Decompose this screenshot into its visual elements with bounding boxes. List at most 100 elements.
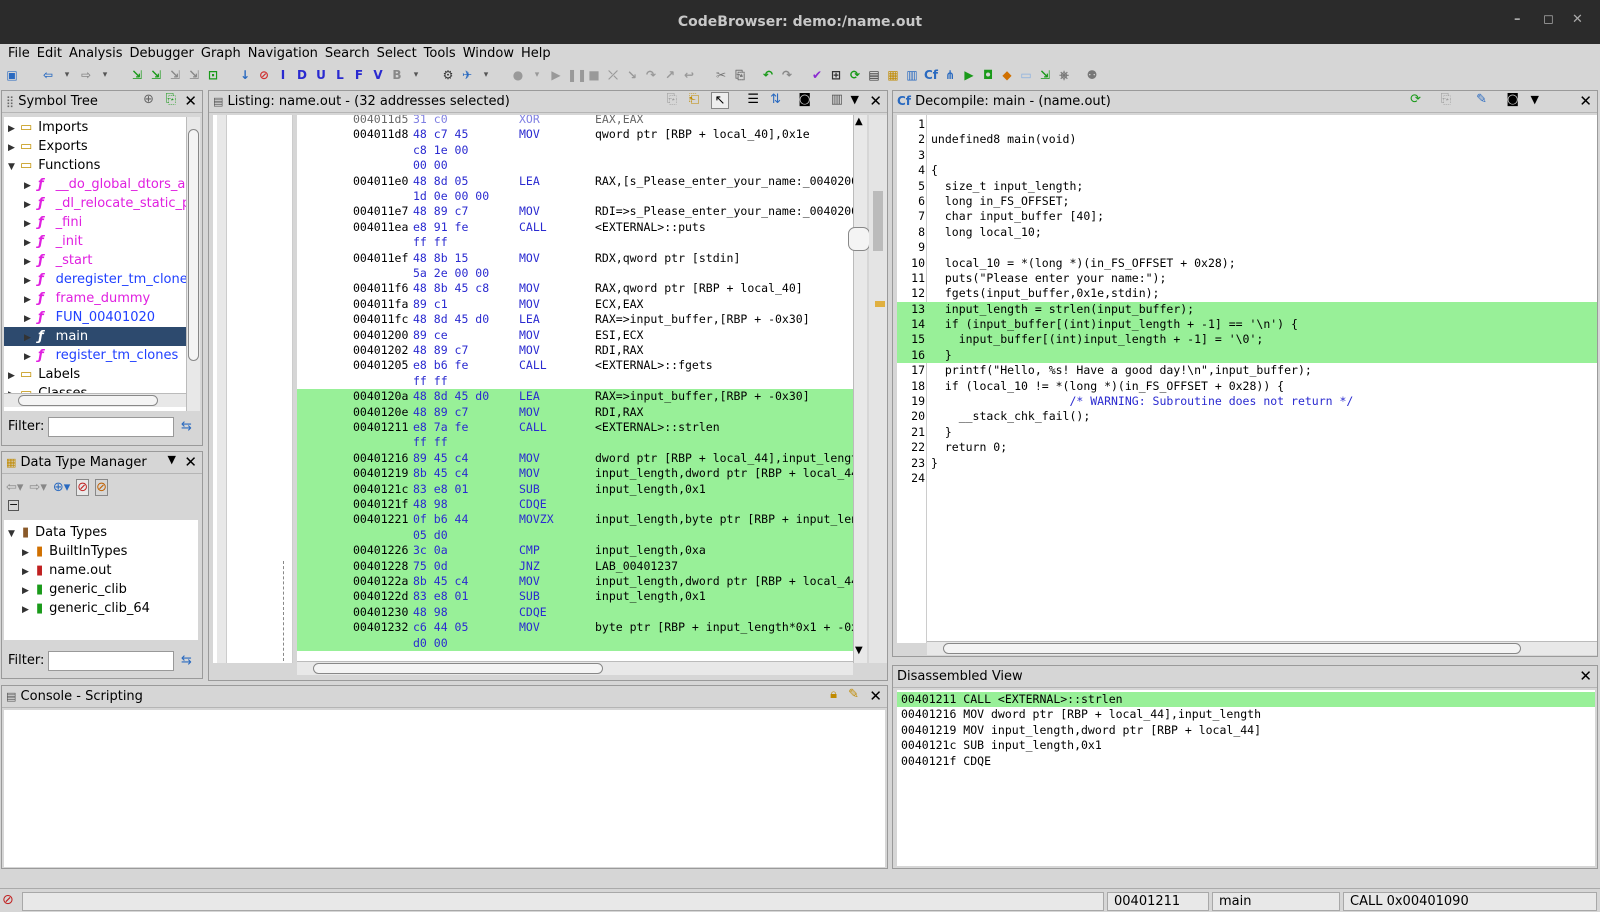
listing-row[interactable]: 00 00 — [297, 158, 853, 173]
close-window-icon[interactable]: ✕ — [1572, 12, 1583, 27]
decompile-line[interactable]: 11 puts("Please enter your name:"); — [897, 271, 1597, 286]
new-namespace-icon[interactable]: ⊕ — [143, 92, 154, 107]
copy-icon[interactable]: ⎘ — [732, 67, 748, 83]
symbol-tree-vscroll[interactable] — [186, 117, 200, 411]
menu-graph[interactable]: Graph — [199, 44, 246, 64]
listing-hscroll-thumb[interactable] — [313, 663, 603, 674]
record-icon[interactable]: ● — [510, 67, 526, 83]
next-function-icon[interactable]: F — [351, 67, 367, 83]
close-console-icon[interactable]: ✕ — [869, 687, 882, 705]
maximize-icon[interactable]: ◻ — [1543, 12, 1554, 27]
dtm-tree-item[interactable]: ▶ ▮ BuiltInTypes — [4, 542, 198, 561]
listing-row[interactable]: c8 1e 00 — [297, 143, 853, 158]
scroll-thumb[interactable] — [188, 129, 199, 361]
next-undefined-icon[interactable]: U — [313, 67, 329, 83]
decompile-line[interactable]: 24 — [897, 471, 1597, 486]
listing-menu-icon[interactable]: ▼ — [851, 93, 859, 106]
next-data-icon[interactable]: ↓ — [237, 67, 253, 83]
copy-decompile-icon[interactable]: ⎘ — [1441, 92, 1451, 107]
symbol-tree-item[interactable]: ▶ ƒ _fini — [4, 213, 186, 232]
decompile-line[interactable]: 8 long local_10; — [897, 225, 1597, 240]
refresh-decompile-icon[interactable]: ⟳ — [1410, 92, 1421, 107]
symbol-tree-hscroll[interactable] — [4, 393, 186, 407]
nav-icon-1[interactable]: ⇲ — [129, 67, 145, 83]
listing-row[interactable]: 0040122a 8b 45 c4 MOV input_length,dword pt… — [297, 574, 853, 590]
decompile-line[interactable]: 2 undefined8 main(void) — [897, 132, 1597, 147]
snapshot-icon[interactable]: ⎘ — [166, 92, 176, 107]
bookmark-icon[interactable]: ◆ — [999, 67, 1015, 83]
listing-row[interactable]: 004011fc 48 8d 45 d0 LEA RAX=>input_buffer,… — [297, 312, 853, 327]
expand-icon[interactable]: ▶ — [22, 601, 34, 620]
decompiler-icon[interactable]: Cf — [923, 67, 939, 83]
listing-row[interactable]: 00401211 e8 7a fe CALL <EXTERNAL>::strlen — [297, 420, 853, 436]
listing-row[interactable]: 0040121f 48 98 CDQE — [297, 497, 853, 513]
stop-debug-icon[interactable]: ■ — [586, 67, 602, 83]
overview-bar[interactable] — [869, 115, 887, 663]
forward-dropdown-icon[interactable]: ▾ — [97, 67, 113, 83]
decompile-line[interactable]: 22 return 0; — [897, 440, 1597, 455]
decompile-line[interactable]: 4{ — [897, 163, 1597, 178]
function-graph-icon[interactable]: ⋔ — [942, 67, 958, 83]
symbol-tree-item[interactable]: ▶ ƒ frame_dummy — [4, 289, 186, 308]
listing-row[interactable]: 0040120a 48 8d 45 d0 LEA RAX=>input_buffer,… — [297, 389, 853, 405]
snapshot-decompile-icon[interactable]: ◙ — [1506, 92, 1519, 107]
dtm-filter2-icon[interactable]: ⊘ — [95, 478, 109, 496]
forward-icon[interactable]: ⇨ — [78, 67, 94, 83]
listing-row[interactable]: 004011d8 48 c7 45 MOV qword ptr [RBP + loca… — [297, 127, 853, 142]
resume-icon[interactable]: ▶ — [548, 67, 564, 83]
listing-row[interactable]: 00401232 c6 44 05 MOV byte ptr [RBP + input… — [297, 620, 853, 636]
memory-map-icon[interactable]: ▭ — [1018, 67, 1034, 83]
next-value-icon[interactable]: V — [370, 67, 386, 83]
listing-row[interactable]: 004011fa 89 c1 MOV ECX,EAX — [297, 297, 853, 312]
program-tree-icon[interactable]: ▥ — [904, 67, 920, 83]
listing-row[interactable]: 00401226 3c 0a CMP input_length,0xa — [297, 543, 853, 559]
menu-tools[interactable]: Tools — [422, 44, 461, 64]
step-over-icon[interactable]: ↷ — [643, 67, 659, 83]
dtm-tree-item[interactable]: ▶ ▮ name.out — [4, 561, 198, 580]
symbol-tree-item[interactable]: ▶ ƒ main — [4, 327, 186, 346]
references-icon[interactable]: ⎈ — [1056, 67, 1072, 83]
copy-listing-icon[interactable]: ⎘ — [667, 92, 677, 107]
dtm-back-icon[interactable]: ⇦▾ — [6, 480, 23, 495]
next-bookmark-icon[interactable]: B — [389, 67, 405, 83]
decompile-line[interactable]: 6 long in_FS_OFFSET; — [897, 194, 1597, 209]
minimize-icon[interactable]: – — [1514, 12, 1521, 27]
decompile-line[interactable]: 13 input_length = strlen(input_buffer); — [897, 301, 1597, 318]
listing-vscroll[interactable]: ▲ ▼ — [848, 115, 870, 663]
symbol-tree-item[interactable]: ▶ƒ_dl_relocate_static_pie — [4, 194, 186, 213]
symbol-tree-item[interactable]: ▶ ▭ Labels — [4, 365, 186, 384]
symbol-tree-item[interactable]: ▶ ƒ FUN_00401020 — [4, 308, 186, 327]
cut-icon[interactable]: ✂ — [713, 67, 729, 83]
listing-row[interactable]: 0040120e 48 89 c7 MOV RDI,RAX — [297, 404, 853, 420]
listing-icon[interactable]: ▤ — [866, 67, 882, 83]
decompile-menu-icon[interactable]: ▼ — [1531, 93, 1539, 106]
cursor-mode-icon[interactable]: ↖ — [711, 92, 729, 109]
symbol-tree-item[interactable]: ▼ ▭ Functions — [4, 156, 186, 175]
lock-icon[interactable]: 🔒︎ — [830, 687, 837, 702]
decompile-line[interactable]: 17 printf("Hello, %s! Have a good day!\n… — [897, 363, 1597, 378]
snapshot-listing-icon[interactable]: ◙ — [798, 92, 811, 107]
next-label-icon[interactable]: L — [332, 67, 348, 83]
symbol-filter-input[interactable] — [48, 417, 174, 437]
listing-row[interactable]: 5a 2e 00 00 — [297, 266, 853, 281]
emulator-dropdown-icon[interactable]: ▾ — [478, 67, 494, 83]
disassembled-line[interactable]: 0040121c SUB input_length,0x1 — [897, 738, 1595, 753]
close-symbol-tree-icon[interactable]: ✕ — [184, 92, 197, 110]
pause-icon[interactable]: ❚❚ — [567, 67, 587, 83]
scroll-thumb[interactable] — [18, 395, 158, 406]
decompile-hscroll-thumb[interactable] — [943, 643, 1521, 654]
scroll-down-icon[interactable]: ▼ — [855, 645, 863, 656]
disassembled-line[interactable]: 00401219 MOV input_length,dword ptr [RBP… — [897, 723, 1595, 738]
menu-file[interactable]: File — [6, 44, 35, 64]
step-into-icon[interactable]: ↘ — [624, 67, 640, 83]
stop-icon[interactable]: ⊘ — [256, 67, 272, 83]
run-script-icon[interactable]: ▶ — [961, 67, 977, 83]
listing-scroll-thumb[interactable] — [848, 227, 870, 251]
menu-navigation[interactable]: Navigation — [246, 44, 323, 64]
listing-row[interactable]: 004011f6 48 8b 45 c8 MOV RAX,qword ptr [RBP… — [297, 281, 853, 296]
bytes-icon[interactable]: ⊞ — [828, 67, 844, 83]
decompile-line[interactable]: 7 char input_buffer [40]; — [897, 209, 1597, 224]
paste-icon[interactable]: ⎗ — [689, 92, 699, 107]
status-indicator-icon[interactable]: ⊘ — [2, 892, 14, 908]
decompile-line[interactable]: 12 fgets(input_buffer,0x1e,stdin); — [897, 286, 1597, 301]
